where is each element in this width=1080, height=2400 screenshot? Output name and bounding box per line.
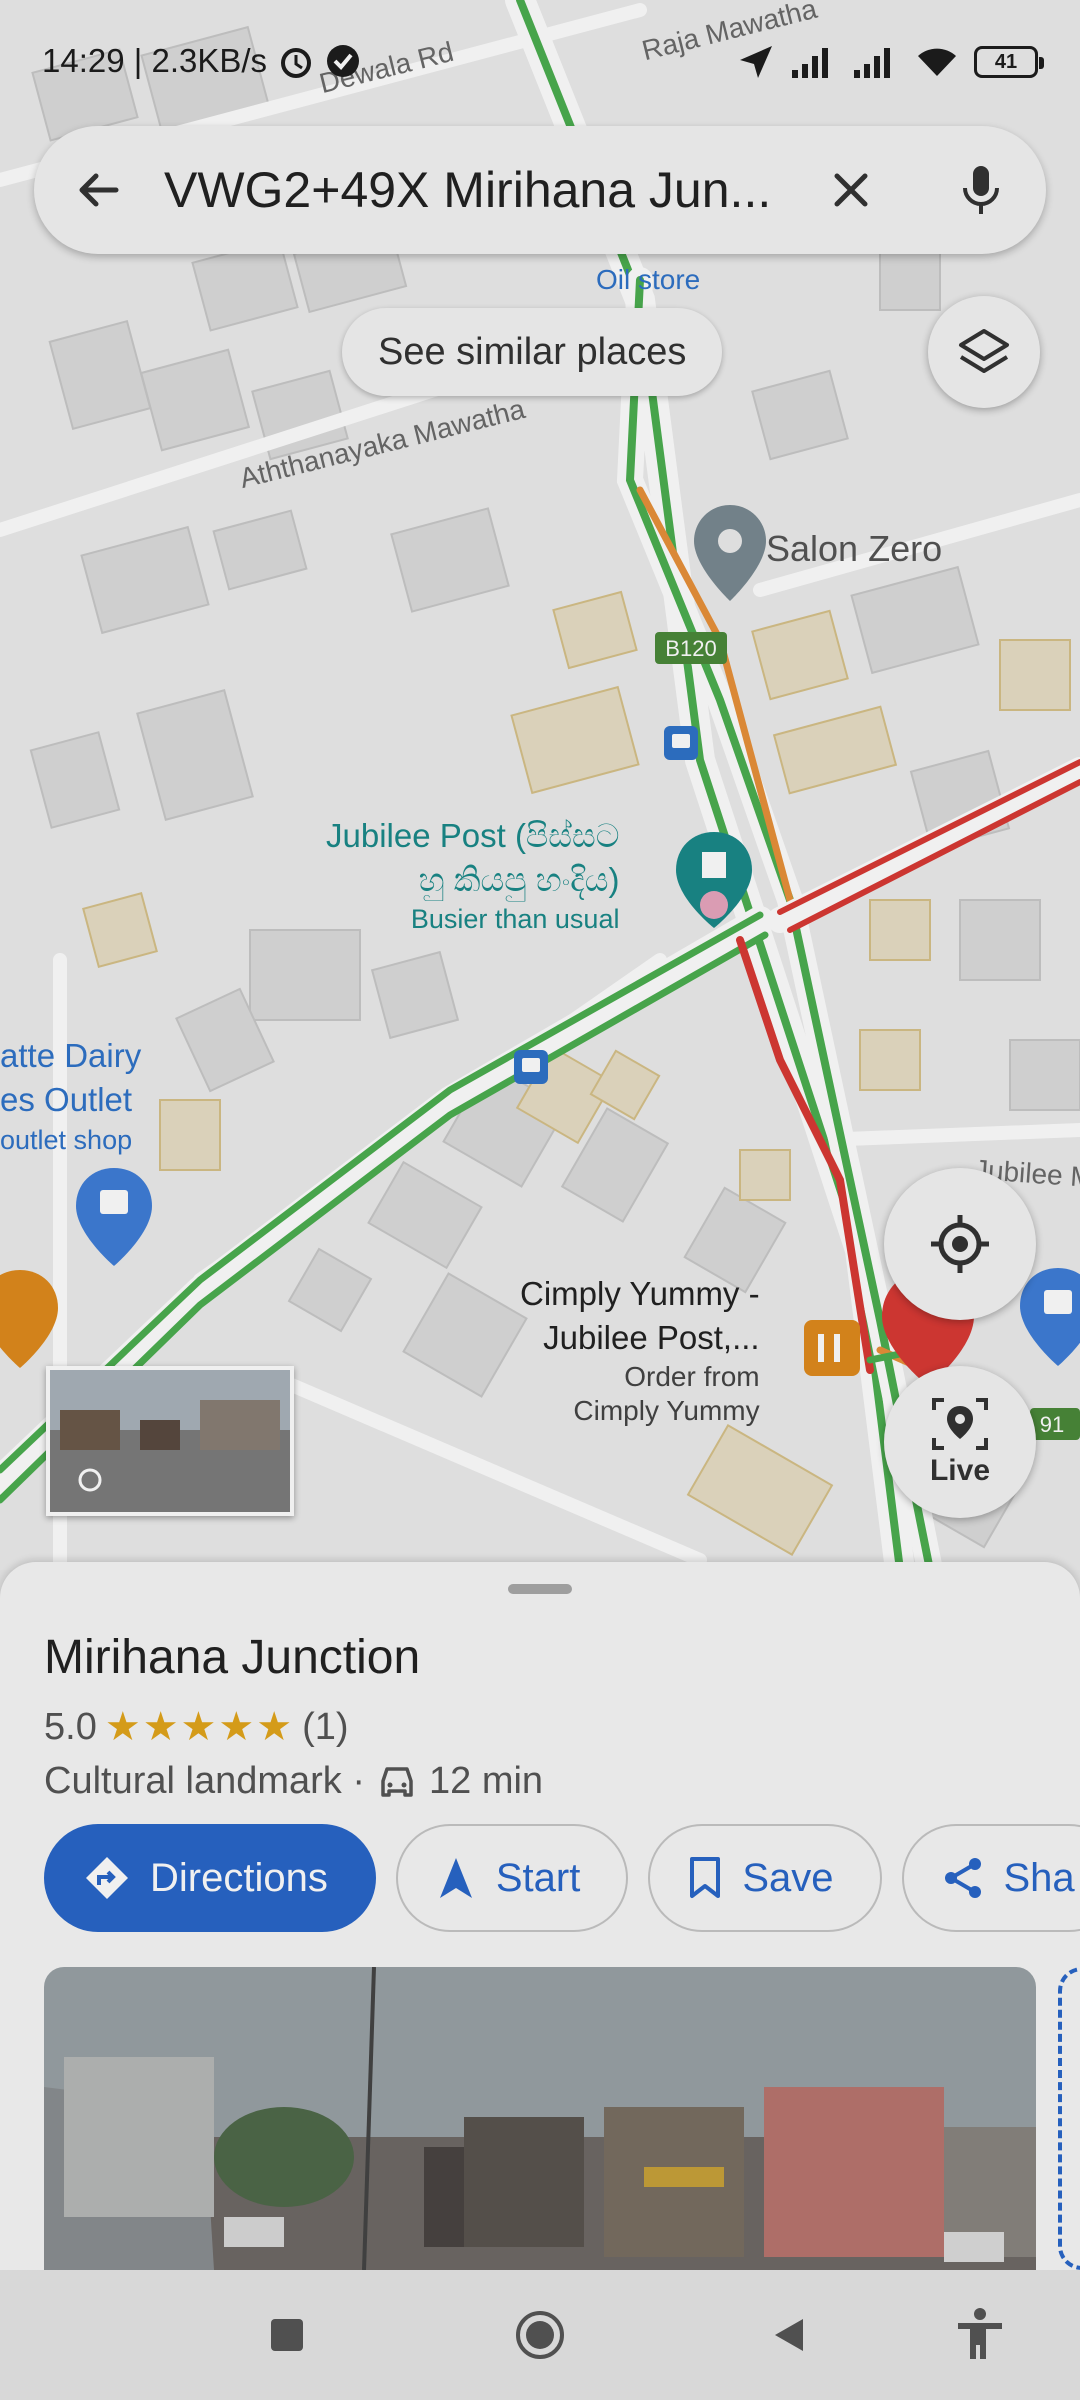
poi-cimply-sub2: Cimply Yummy (573, 1395, 760, 1426)
car-icon (381, 1766, 413, 1797)
poi-cimply-yummy[interactable]: Cimply Yummy - Jubilee Post,... Order fr… (520, 1272, 760, 1428)
poi-cimply-sub1: Order from (624, 1361, 760, 1392)
poi-oil-store[interactable]: Oil store (596, 264, 700, 296)
status-bar: 14:29 | 2.3KB/s 41 (0, 0, 1080, 120)
clear-search-button[interactable] (786, 126, 916, 254)
live-view-button[interactable]: Live (884, 1366, 1036, 1518)
back-nav-button[interactable] (754, 2300, 824, 2370)
directions-label: Directions (150, 1855, 328, 1900)
start-label: Start (495, 1855, 581, 1900)
street-view-thumbnail[interactable] (46, 1366, 294, 1516)
poi-jubilee-post-line1: Jubilee Post (පිස්සට (326, 817, 620, 854)
crosshair-icon (931, 1215, 989, 1273)
poi-salon-zero[interactable]: Salon Zero (766, 528, 942, 570)
layers-button[interactable] (928, 296, 1040, 408)
sheet-drag-handle[interactable] (508, 1584, 572, 1594)
wifi-icon (918, 48, 956, 76)
voice-search-button[interactable] (916, 126, 1046, 254)
directions-icon (86, 1857, 128, 1899)
shopping-pin-icon (1020, 1268, 1080, 1366)
arrow-back-icon (79, 173, 119, 207)
share-label: Sha (1003, 1855, 1075, 1900)
close-icon (834, 173, 868, 207)
poi-dairy-sub: outlet shop (0, 1125, 133, 1155)
directions-button[interactable]: Directions (44, 1824, 376, 1932)
place-bottom-sheet[interactable]: Mirihana Junction 5.0 ★★★★★ (1) Cultural… (0, 1562, 1080, 2270)
see-similar-places-chip[interactable]: See similar places (342, 308, 723, 396)
poi-cimply-line2: Jubilee Post,... (543, 1319, 760, 1356)
square-icon (271, 2319, 303, 2351)
alarm-icon (281, 48, 312, 78)
place-category: Cultural landmark · (44, 1760, 365, 1802)
bookmark-icon (690, 1857, 721, 1898)
location-arrow-icon (740, 46, 772, 78)
bus-stop-icon (664, 726, 698, 760)
add-photo-placeholder[interactable] (1058, 1967, 1080, 2270)
poi-dairy-outlet[interactable]: atte Dairy es Outlet outlet shop (0, 1034, 141, 1158)
restaurant-pin-icon (0, 1270, 58, 1368)
poi-cimply-line1: Cimply Yummy - (520, 1275, 760, 1312)
action-buttons: Directions Start Save Sha (44, 1824, 1080, 1932)
start-button[interactable]: Start (395, 1824, 629, 1932)
shopping-pin-icon (76, 1168, 152, 1266)
place-photo[interactable] (44, 1967, 1036, 2270)
rating-value: 5.0 (44, 1705, 97, 1748)
drive-time: 12 min (429, 1760, 544, 1802)
poi-dairy-line1: atte Dairy (0, 1037, 142, 1074)
home-button[interactable] (505, 2300, 575, 2370)
signal-icon (854, 48, 890, 78)
live-view-icon (932, 1398, 988, 1450)
place-title: Mirihana Junction (44, 1631, 421, 1684)
navigation-arrow-icon (439, 1858, 472, 1898)
poi-dairy-line2: es Outlet (0, 1081, 133, 1118)
accessibility-button[interactable] (945, 2300, 1015, 2370)
poi-jubilee-post-status: Busier than usual (410, 904, 620, 934)
share-icon (944, 1858, 981, 1898)
battery-icon: 41 (974, 46, 1044, 78)
poi-jubilee-post[interactable]: Jubilee Post (පිස්සට හු කියපු හංදිය) Bus… (326, 814, 619, 936)
save-button[interactable]: Save (648, 1824, 882, 1932)
signal-icon (792, 48, 828, 78)
restaurant-marker-icon (804, 1320, 860, 1376)
triangle-back-icon (775, 2319, 803, 2351)
rating-row[interactable]: 5.0 ★★★★★ (1) (44, 1704, 349, 1750)
road-badge-b120: B120 (665, 636, 716, 661)
system-nav-bar (0, 2270, 1080, 2400)
road-badge-91: 91 (1040, 1412, 1064, 1437)
status-right: 41 (736, 42, 1044, 82)
bus-stop-icon (514, 1050, 548, 1084)
share-button[interactable]: Sha (901, 1824, 1080, 1932)
search-query[interactable]: VWG2+49X Mirihana Jun... (164, 161, 786, 219)
home-circle-icon (516, 2311, 564, 2359)
verified-check-icon (327, 45, 360, 77)
back-button[interactable] (34, 126, 164, 254)
place-meta-row: Cultural landmark · 12 min (44, 1760, 543, 1803)
microphone-icon (963, 166, 999, 214)
status-time: 14:29 | 2.3KB/s (42, 42, 268, 79)
poi-jubilee-post-line2: හු කියපු හංදිය) (418, 861, 620, 898)
accessibility-icon (958, 2308, 1002, 2359)
recents-button[interactable] (252, 2300, 322, 2370)
layers-icon (959, 329, 1009, 373)
status-left: 14:29 | 2.3KB/s (42, 42, 361, 80)
rating-stars-icon: ★★★★★ (104, 1705, 295, 1749)
live-label: Live (929, 1454, 991, 1487)
review-count: (1) (302, 1705, 349, 1748)
search-bar[interactable]: VWG2+49X Mirihana Jun... (34, 126, 1046, 254)
my-location-button[interactable] (884, 1168, 1036, 1320)
save-label: Save (742, 1855, 834, 1900)
